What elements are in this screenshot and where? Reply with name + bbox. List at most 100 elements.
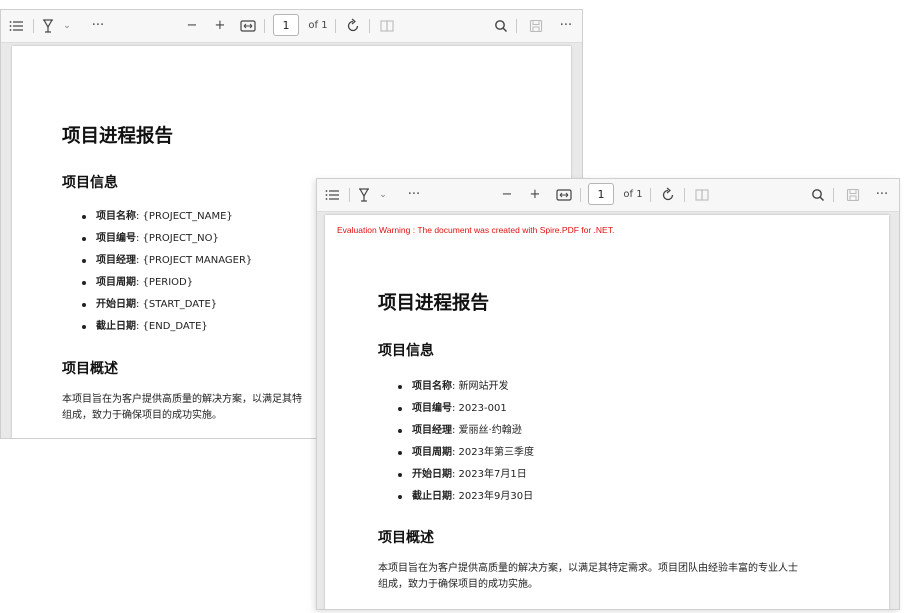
list-item: 项目编号: 2023-001 [398,398,534,420]
section-heading-info: 项目信息 [62,175,118,191]
item-label: 截止日期 [412,491,452,502]
viewer-toolbar: ⌄ ··· − + 1 of 1 ··· [317,179,899,212]
bullet-icon [82,325,86,329]
item-label: 项目编号 [412,403,452,414]
toolbar-separator [580,188,581,202]
more-options-icon[interactable]: ··· [87,10,109,42]
search-icon[interactable] [808,179,828,211]
contents-icon[interactable] [323,179,343,211]
list-item: 开始日期: 2023年7月1日 [398,464,534,486]
chevron-down-icon[interactable]: ⌄ [61,10,73,42]
list-item: 截止日期: 2023年9月30日 [398,486,534,508]
more-options-icon[interactable]: ··· [403,179,425,211]
zoom-out-button[interactable]: − [183,10,201,42]
section-heading-info: 项目信息 [378,343,434,359]
bullet-icon [82,281,86,285]
chevron-down-icon[interactable]: ⌄ [377,179,389,211]
toolbar-separator [335,19,336,33]
toolbar-separator [33,19,34,33]
item-label: 截止日期 [96,321,136,332]
item-label: 项目经理 [412,425,452,436]
item-value: : {START_DATE} [136,299,218,310]
highlight-icon[interactable] [39,10,57,42]
toolbar-separator [369,19,370,33]
paragraph-line: 组成，致力于确保项目的成功实施。 [62,410,222,421]
fit-page-icon[interactable] [553,179,575,211]
bullet-icon [398,407,402,411]
bullet-icon [82,259,86,263]
section-heading-overview: 项目概述 [62,361,118,377]
item-value: : 2023年第三季度 [452,447,534,458]
page-total-label: of 1 [623,189,643,200]
paragraph-line: 组成，致力于确保项目的成功实施。 [378,579,538,590]
zoom-in-button[interactable]: + [211,10,229,42]
toolbar-separator [264,19,265,33]
list-item: 截止日期: {END_DATE} [82,316,252,338]
overview-paragraph: 本项目旨在为客户提供高质量的解决方案，以满足其特定需求。项目团队由经验丰富的专业… [378,561,798,593]
save-icon[interactable] [526,10,546,42]
item-value: : {PROJECT_NO} [136,233,219,244]
item-label: 项目名称 [96,211,136,222]
item-label: 项目经理 [96,255,136,266]
item-label: 项目周期 [96,277,136,288]
two-page-view-icon[interactable] [692,179,712,211]
bullet-icon [82,215,86,219]
toolbar-separator [650,188,651,202]
viewer-toolbar: ⌄ ··· − + 1 of 1 ··· [1,10,582,43]
two-page-view-icon[interactable] [377,10,397,42]
item-label: 开始日期 [412,469,452,480]
toolbar-separator [833,188,834,202]
toolbar-separator [516,19,517,33]
item-value: : {END_DATE} [136,321,208,332]
item-value: : {PROJECT_NAME} [136,211,233,222]
item-value: : {PERIOD} [136,277,194,288]
save-icon[interactable] [843,179,863,211]
highlight-icon[interactable] [355,179,373,211]
bullet-icon [82,237,86,241]
paragraph-line: 本项目旨在为客户提供高质量的解决方案，以满足其特定需求。项目团队由经验丰富的专业… [378,563,798,574]
list-item: 项目周期: 2023年第三季度 [398,442,534,464]
item-value: : 新网站开发 [452,381,509,392]
zoom-out-button[interactable]: − [498,179,516,211]
list-item: 项目周期: {PERIOD} [82,272,252,294]
page-number-input[interactable]: 1 [273,14,299,36]
list-item: 项目编号: {PROJECT_NO} [82,228,252,250]
list-item: 项目经理: 爱丽丝·约翰逊 [398,420,534,442]
zoom-in-button[interactable]: + [526,179,544,211]
toolbar-separator [349,188,350,202]
rotate-icon[interactable] [343,10,363,42]
item-label: 项目周期 [412,447,452,458]
bullet-icon [398,473,402,477]
paragraph-line: 本项目旨在为客户提供高质量的解决方案，以满足其特 [62,394,302,405]
item-label: 开始日期 [96,299,136,310]
list-item: 项目经理: {PROJECT MANAGER} [82,250,252,272]
toolbar-separator [684,188,685,202]
bullet-icon [398,429,402,433]
bullet-icon [398,385,402,389]
page-number-input[interactable]: 1 [588,183,614,205]
info-list: 项目名称: 新网站开发 项目编号: 2023-001 项目经理: 爱丽丝·约翰逊… [398,376,534,508]
bullet-icon [82,303,86,307]
overview-paragraph: 本项目旨在为客户提供高质量的解决方案，以满足其特 组成，致力于确保项目的成功实施… [62,392,302,424]
item-value: : 2023年9月30日 [452,491,534,502]
item-label: 项目名称 [412,381,452,392]
info-list: 项目名称: {PROJECT_NAME} 项目编号: {PROJECT_NO} … [82,206,252,338]
fit-page-icon[interactable] [237,10,259,42]
evaluation-warning: Evaluation Warning : The document was cr… [337,225,615,235]
item-value: : 2023年7月1日 [452,469,527,480]
document-title: 项目进程报告 [378,293,490,314]
list-item: 项目名称: {PROJECT_NAME} [82,206,252,228]
page-total-label: of 1 [308,20,328,31]
item-label: 项目编号 [96,233,136,244]
item-value: : 爱丽丝·约翰逊 [452,425,522,436]
pdf-viewer-filled: ⌄ ··· − + 1 of 1 ··· Evaluation Warning … [316,178,900,610]
search-icon[interactable] [491,10,511,42]
bullet-icon [398,495,402,499]
more-icon[interactable]: ··· [555,10,577,42]
pdf-page: Evaluation Warning : The document was cr… [325,215,889,609]
contents-icon[interactable] [7,10,27,42]
bullet-icon [398,451,402,455]
rotate-icon[interactable] [658,179,678,211]
document-title: 项目进程报告 [62,126,174,147]
more-icon[interactable]: ··· [871,179,893,211]
